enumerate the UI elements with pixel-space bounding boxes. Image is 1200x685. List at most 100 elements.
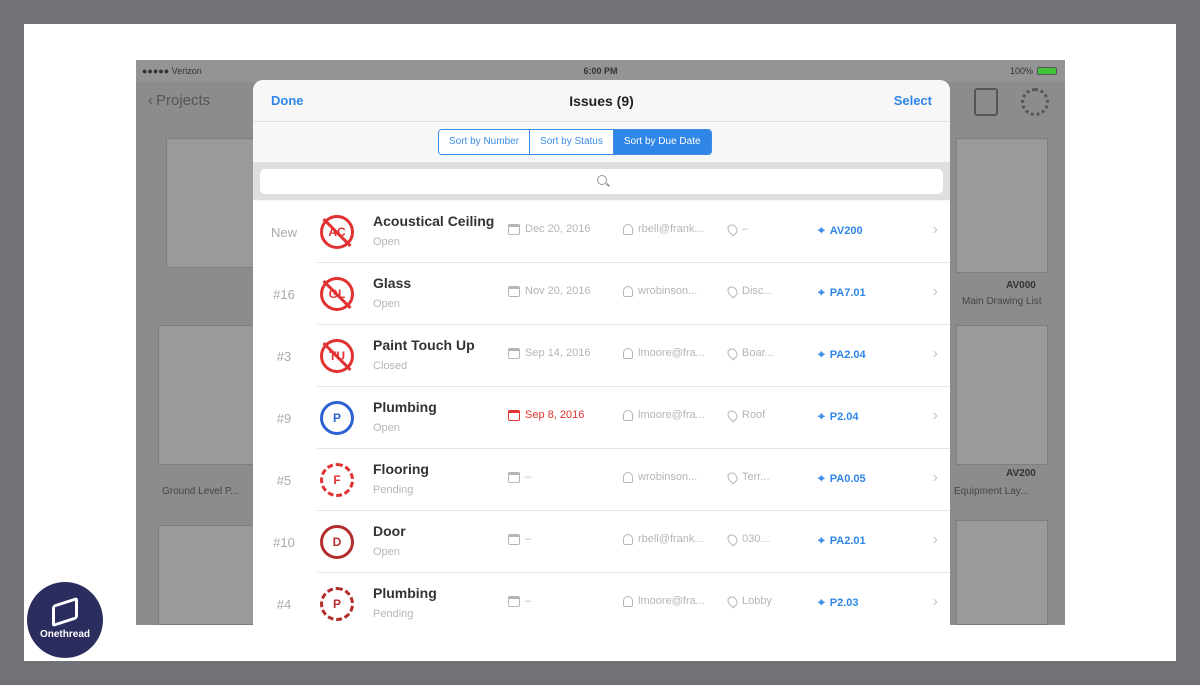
issue-due-date: –: [508, 471, 531, 483]
chevron-right-icon: ›: [932, 283, 938, 300]
issue-row[interactable]: #9 P Plumbing Open Sep 8, 2016 lmoore@fr…: [253, 387, 950, 449]
search-input[interactable]: [260, 169, 943, 194]
issue-location: Disc...: [725, 283, 773, 299]
issue-status: Pending: [373, 608, 414, 620]
user-icon: [623, 347, 633, 359]
sort-by-due-date-tab[interactable]: Sort by Due Date: [613, 130, 711, 154]
issue-sheet-link[interactable]: ⌖ PA2.01: [818, 533, 866, 548]
location-text: 030...: [742, 533, 770, 545]
crosshair-icon: ⌖: [818, 409, 825, 423]
issue-sheet-link[interactable]: ⌖ P2.04: [818, 409, 859, 424]
issue-sheet-link[interactable]: ⌖ PA7.01: [818, 285, 866, 300]
issue-status: Pending: [373, 484, 414, 496]
issue-type-badge: GL: [320, 277, 354, 311]
issue-type-badge: F: [320, 463, 354, 497]
due-date-text: –: [525, 595, 532, 607]
user-icon: [623, 471, 633, 483]
logo-text: Onethread: [39, 628, 90, 640]
select-button[interactable]: Select: [894, 93, 932, 108]
sheet-text: P2.03: [829, 596, 859, 609]
location-pin-icon: [725, 531, 740, 547]
crosshair-icon: ⌖: [818, 223, 825, 237]
issue-type-badge: TU: [320, 339, 354, 373]
chevron-right-icon: ›: [932, 407, 938, 424]
issue-assignee: lmoore@fra...: [623, 595, 705, 607]
issues-modal: Done Issues (9) Select Sort by Number So…: [253, 80, 950, 625]
issues-list: New AC Acoustical Ceiling Open Dec 20, 2…: [253, 201, 950, 625]
issue-due-date: –: [508, 533, 531, 545]
drawing-thumbnail[interactable]: [956, 138, 1048, 273]
issue-status: Open: [373, 298, 400, 310]
issue-assignee: rbell@frank...: [623, 223, 704, 235]
issue-sheet-link[interactable]: ⌖ PA0.05: [818, 471, 866, 486]
location-pin-icon: [725, 469, 740, 485]
issue-row[interactable]: #5 F Flooring Pending – wrobinson... Ter…: [253, 449, 950, 511]
sort-by-number-tab[interactable]: Sort by Number: [439, 130, 531, 154]
due-date-text: Nov 20, 2016: [525, 285, 591, 297]
issue-sheet-link[interactable]: ⌖ AV200: [818, 223, 863, 238]
due-date-text: –: [525, 471, 532, 483]
issue-row[interactable]: #16 GL Glass Open Nov 20, 2016 wrobinson…: [253, 263, 950, 325]
issue-due-date: Sep 14, 2016: [508, 347, 590, 359]
due-date-text: Dec 20, 2016: [525, 223, 591, 235]
drawing-thumbnail[interactable]: [158, 525, 258, 625]
modal-title: Issues (9): [569, 93, 634, 109]
issue-type-badge: P: [320, 401, 354, 435]
sheet-title: Main Drawing List: [962, 296, 1042, 307]
badge-slash: [322, 217, 352, 247]
drawing-thumbnail[interactable]: [158, 325, 258, 465]
search-bar-container: [253, 162, 950, 200]
search-icon: [597, 175, 607, 185]
issue-assignee: rbell@frank...: [623, 533, 704, 545]
sheet-title: Ground Level P...: [162, 486, 239, 497]
issue-sheet-link[interactable]: ⌖ PA2.04: [818, 347, 866, 362]
crosshair-icon: ⌖: [818, 471, 825, 485]
issue-title: Plumbing: [373, 399, 437, 415]
assignee-text: lmoore@fra...: [638, 347, 705, 359]
sheet-code: AV000: [1006, 280, 1036, 291]
sheet-text: PA0.05: [829, 472, 866, 485]
location-text: Boar...: [742, 347, 774, 359]
issue-number: #10: [273, 535, 295, 550]
sheet-title: Equipment Lay...: [954, 486, 1029, 497]
location-pin-icon: [725, 221, 740, 237]
sort-by-status-tab[interactable]: Sort by Status: [530, 130, 614, 154]
battery-indicator: 100%: [1010, 66, 1057, 76]
drawing-thumbnail[interactable]: [956, 520, 1048, 625]
back-to-projects-button[interactable]: ‹ Projects: [148, 92, 210, 109]
assignee-text: rbell@frank...: [638, 223, 704, 235]
calendar-icon: [508, 533, 520, 545]
drawing-thumbnail[interactable]: [166, 138, 258, 268]
location-text: –: [742, 223, 749, 235]
chevron-right-icon: ›: [932, 531, 938, 548]
assignee-text: lmoore@fra...: [638, 595, 705, 607]
location-text: Lobby: [742, 595, 772, 607]
issue-location: Lobby: [725, 593, 772, 609]
crosshair-icon: ⌖: [818, 285, 825, 299]
gear-icon[interactable]: [1021, 88, 1049, 116]
issue-row[interactable]: #10 D Door Open – rbell@frank... 030... …: [253, 511, 950, 573]
onethread-logo-icon: [52, 596, 78, 627]
chevron-right-icon: ›: [932, 345, 938, 362]
issue-assignee: lmoore@fra...: [623, 409, 705, 421]
assignee-text: rbell@frank...: [638, 533, 704, 545]
issue-due-date: Sep 8, 2016: [508, 409, 584, 421]
issue-row[interactable]: #4 P Plumbing Pending – lmoore@fra... Lo…: [253, 573, 950, 625]
badge-code: P: [332, 597, 341, 611]
issue-sheet-link[interactable]: ⌖ P2.03: [818, 595, 859, 610]
status-bar: ●●●●● Verizon 6:00 PM 100%: [136, 60, 1065, 82]
due-date-text: Sep 14, 2016: [525, 347, 591, 359]
calendar-icon: [508, 595, 520, 607]
badge-code: P: [332, 411, 341, 425]
drawing-thumbnail[interactable]: [956, 325, 1048, 465]
sheets-grid-icon[interactable]: [974, 88, 998, 116]
location-text: Disc...: [742, 285, 773, 297]
badge-slash: [322, 279, 352, 309]
crosshair-icon: ⌖: [818, 533, 825, 547]
issue-assignee: lmoore@fra...: [623, 347, 705, 359]
issue-type-badge: AC: [320, 215, 354, 249]
assignee-text: wrobinson...: [638, 471, 698, 483]
issue-row[interactable]: #3 TU Paint Touch Up Closed Sep 14, 2016…: [253, 325, 950, 387]
issue-location: Boar...: [725, 345, 774, 361]
issue-row[interactable]: New AC Acoustical Ceiling Open Dec 20, 2…: [253, 201, 950, 263]
